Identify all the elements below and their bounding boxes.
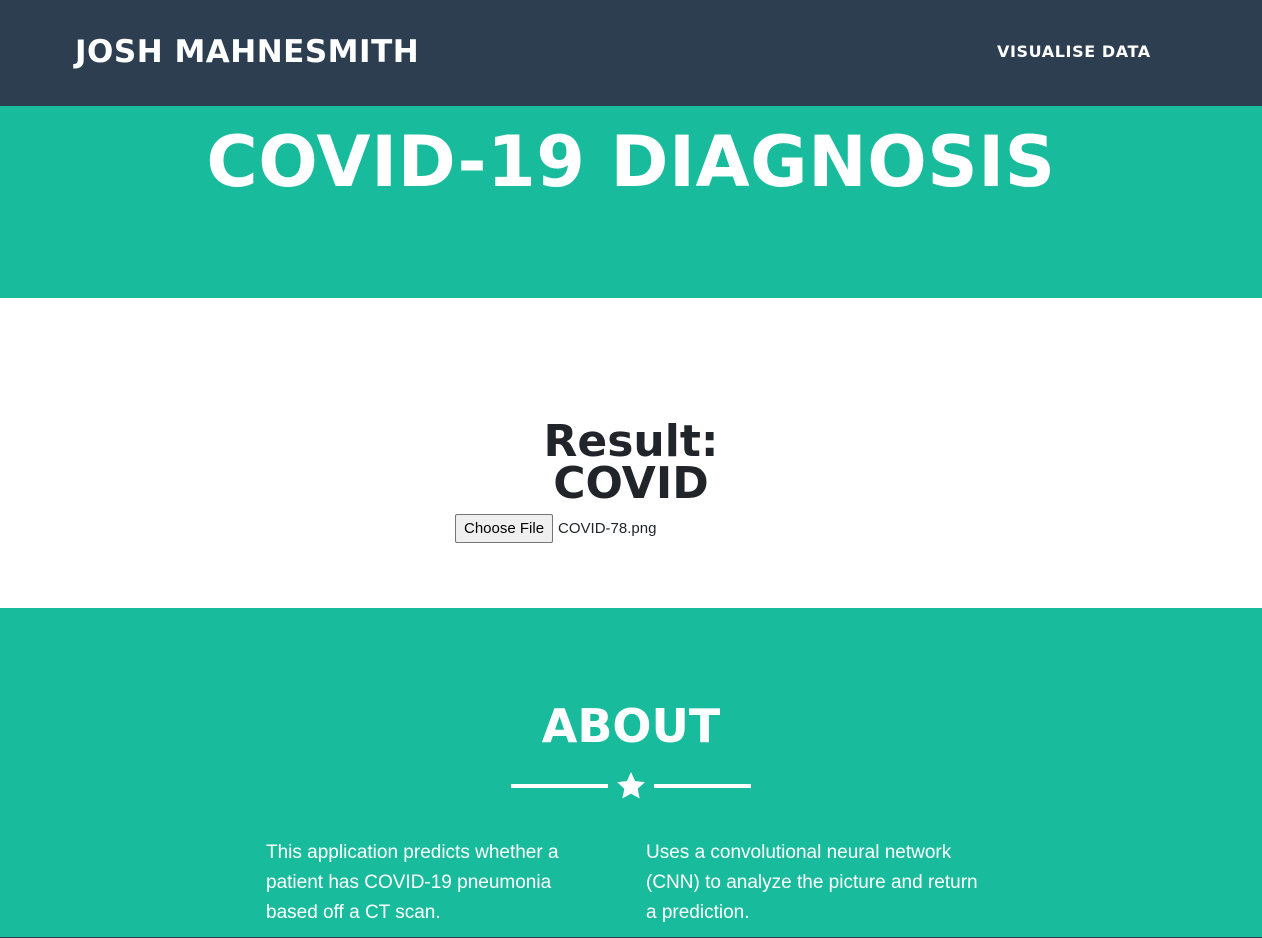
divider-line-right [654, 784, 751, 788]
divider-line-left [511, 784, 608, 788]
about-text-left: This application predicts whether a pati… [266, 842, 559, 923]
file-input[interactable]: Choose File COVID-78.png [455, 513, 656, 543]
choose-file-button[interactable]: Choose File [455, 513, 554, 543]
about-section: ABOUT This application predicts whether … [0, 608, 1262, 938]
nav-link-visualise-data[interactable]: VISUALISE DATA [997, 41, 1151, 63]
star-icon [617, 772, 645, 799]
about-text-right: Uses a convolutional neural network (CNN… [646, 842, 978, 923]
brand-link[interactable]: JOSH MAHNESMITH [75, 32, 419, 72]
result-heading: Result: COVID [0, 416, 1262, 509]
result-label: Result: [543, 416, 719, 467]
navbar: JOSH MAHNESMITH VISUALISE DATA [0, 0, 1262, 106]
selected-file-name: COVID-78.png [558, 519, 657, 537]
result-value: COVID [553, 458, 709, 509]
result-section: Result: COVID Choose File COVID-78.png [0, 298, 1262, 608]
page-title: COVID-19 DIAGNOSIS [206, 121, 1056, 203]
masthead: COVID-19 DIAGNOSIS [0, 106, 1262, 298]
about-title: ABOUT [541, 699, 721, 753]
star-divider [511, 769, 751, 803]
